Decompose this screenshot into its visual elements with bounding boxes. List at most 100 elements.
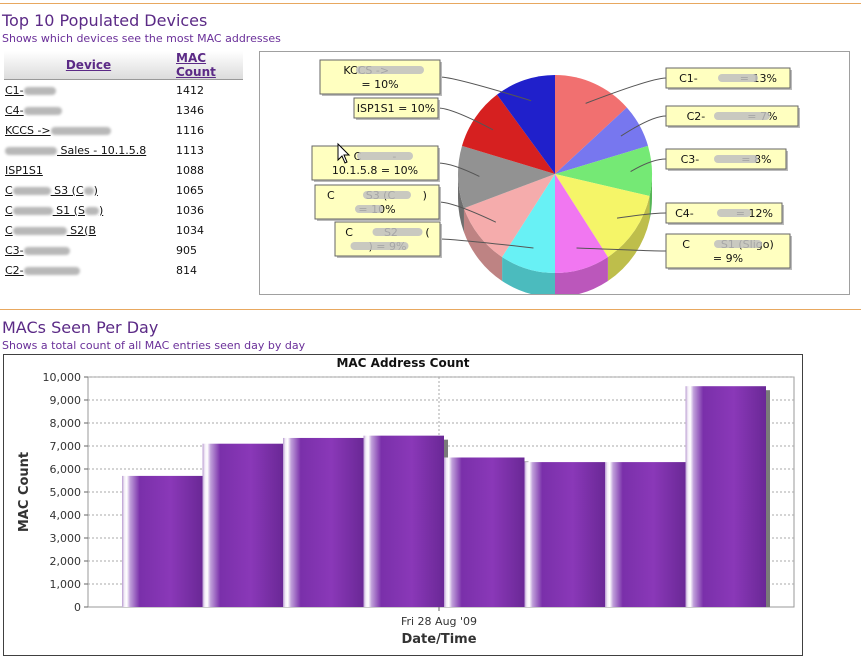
redacted-text [23, 246, 70, 255]
redacted-text [84, 206, 99, 215]
pie-label: C -10.1.5.8 = 10% [311, 145, 480, 182]
redacted-text [356, 66, 424, 74]
pie-chart-panel: C1- = 13%C2- = 7%C3- = 8%C4- = 12%C S1 (… [259, 51, 850, 297]
redacted-text [714, 112, 770, 120]
table-row: C3- 905 [4, 240, 243, 260]
redacted-text [12, 226, 67, 235]
redacted-text [50, 126, 111, 135]
mac-count-cell: 1036 [176, 203, 204, 217]
bar[interactable] [363, 435, 445, 607]
redacted-text [23, 106, 62, 115]
redacted-text [357, 152, 413, 160]
redacted-text [355, 205, 383, 213]
device-name-close: ) [93, 183, 98, 197]
section2-subtitle: Shows a total count of all MAC entries s… [2, 339, 306, 352]
mac-count-bar-chart: MAC Address Count 0 1,000 2,000 3,000 4,000 5,… [17, 356, 795, 647]
mac-count-cell: 1034 [176, 223, 204, 237]
chart-title: MAC Address Count [336, 356, 469, 370]
bar[interactable] [524, 462, 606, 607]
table-row: C S2(B 1034 [4, 220, 243, 240]
y-axis-label: MAC Count [17, 452, 32, 532]
device-link[interactable]: Sales - 10.1.5.8 [4, 140, 173, 160]
bar[interactable] [202, 443, 284, 607]
device-link[interactable]: KCCS -> [4, 120, 173, 140]
device-name-prefix: C3- [5, 243, 24, 257]
redacted-text [714, 240, 762, 248]
device-link[interactable]: C S2(B [4, 220, 173, 240]
mac-count-cell: 1346 [176, 103, 204, 117]
redacted-text [23, 266, 80, 275]
device-name-prefix: C [5, 183, 13, 197]
redacted-text [12, 206, 53, 215]
y-tick-label: 10,000 [43, 371, 82, 384]
redacted-text [372, 228, 423, 236]
device-name-prefix: ISP1S1 [5, 163, 43, 177]
pie-label-text: 10.1.5.8 = 10% [332, 164, 418, 177]
device-table: Device MAC Count C1- 1412 C4- 1346 KCCS -> 11… [4, 51, 243, 280]
table-row: C S3 (C) 1065 [4, 180, 243, 200]
redacted-text [5, 146, 57, 155]
mac-count-cell: 1412 [176, 83, 204, 97]
table-row: ISP1S1 1088 [4, 160, 243, 180]
mac-count-column-header[interactable]: MAC Count [173, 51, 243, 80]
pie-label-text: = 9% [713, 252, 743, 265]
top-rule [0, 3, 861, 4]
device-name-prefix: KCCS -> [5, 123, 51, 137]
mac-count-cell: 1116 [176, 123, 204, 137]
device-column-header[interactable]: Device [4, 51, 173, 80]
bar[interactable] [444, 457, 525, 608]
redacted-text [12, 186, 51, 195]
pie-label: C3- = 8% [630, 148, 788, 172]
device-link[interactable]: C2- [4, 260, 173, 280]
bar[interactable] [122, 475, 203, 607]
bar[interactable] [685, 386, 767, 607]
table-row: KCCS -> 1116 [4, 120, 243, 140]
device-link[interactable]: C4- [4, 100, 173, 120]
mac-count-cell: 1113 [176, 143, 204, 157]
redacted-text [714, 155, 758, 163]
y-tick-label: 2,000 [50, 555, 82, 568]
y-tick-label: 0 [74, 601, 81, 614]
device-pie-chart: C1- = 13%C2- = 7%C3- = 8%C4- = 12%C S1 (… [311, 59, 800, 297]
table-row: Sales - 10.1.5.8 1113 [4, 140, 243, 160]
device-name-suffix: S1 (S [52, 203, 85, 217]
device-link[interactable]: C3- [4, 240, 173, 260]
y-tick-label: 7,000 [50, 440, 82, 453]
device-link[interactable]: C S1 (S) [4, 200, 173, 220]
table-row: C2- 814 [4, 260, 243, 280]
y-tick-label: 6,000 [50, 463, 82, 476]
device-table-body: C1- 1412 C4- 1346 KCCS -> 1116 Sales - 10.1.5… [4, 80, 243, 280]
y-tick-label: 8,000 [50, 417, 82, 430]
pie-label-text: ISP1S1 = 10% [357, 102, 436, 115]
table-header-row: Device MAC Count [4, 51, 243, 80]
device-name-prefix: C [5, 203, 13, 217]
device-name-suffix: S2(B [66, 223, 97, 237]
middle-rule [0, 309, 861, 310]
device-link[interactable]: C1- [4, 80, 173, 100]
device-name-suffix: S3 (C [50, 183, 84, 197]
y-tick-label: 4,000 [50, 509, 82, 522]
redacted-text [718, 74, 758, 82]
bar-chart-panel: MAC Address Count 0 1,000 2,000 3,000 4,000 5,… [3, 354, 803, 656]
redacted-text [363, 191, 411, 199]
section1-subtitle: Shows which devices see the most MAC add… [2, 32, 281, 45]
section1-title: Top 10 Populated Devices [2, 11, 208, 30]
mac-count-cell: 1088 [176, 163, 204, 177]
pie-label-text: = 10% [361, 78, 398, 91]
device-name-close: ) [98, 203, 104, 217]
y-tick-label: 9,000 [50, 394, 82, 407]
bar[interactable] [605, 462, 686, 607]
device-name-prefix: C4- [5, 103, 24, 117]
device-link[interactable]: ISP1S1 [4, 160, 173, 180]
table-row: C1- 1412 [4, 80, 243, 100]
redacted-text [23, 86, 56, 95]
device-link[interactable]: C S3 (C) [4, 180, 173, 200]
mac-count-cell: 1065 [176, 183, 204, 197]
bar[interactable] [283, 437, 364, 607]
x-axis-label: Date/Time [401, 632, 476, 647]
y-tick-label: 1,000 [50, 578, 82, 591]
mac-count-cell: 905 [176, 243, 197, 257]
section2-title: MACs Seen Per Day [2, 318, 159, 337]
mac-count-cell: 814 [176, 263, 197, 277]
device-name-suffix: Sales - 10.1.5.8 [57, 143, 147, 157]
